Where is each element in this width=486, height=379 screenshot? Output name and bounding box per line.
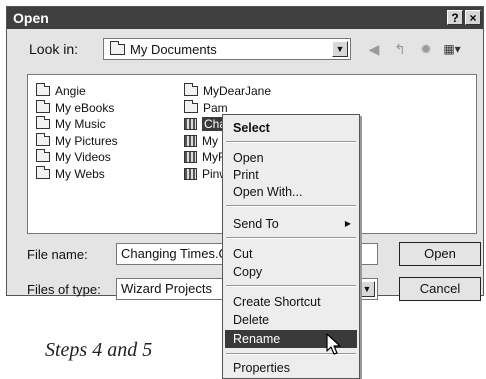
file-label: Angie (55, 84, 86, 99)
open-button[interactable]: Open (399, 242, 481, 266)
list-item[interactable]: MyDearJane (184, 83, 322, 100)
file-name-label: File name: (27, 247, 88, 262)
folder-icon (110, 41, 125, 55)
menu-separator (226, 205, 356, 207)
project-file-icon (184, 167, 197, 180)
file-label: My Webs (55, 166, 105, 181)
project-file-icon (184, 151, 197, 164)
menu-item-copy[interactable]: Copy (225, 263, 357, 281)
menu-item-send-to[interactable]: Send To ▶ (225, 215, 357, 233)
up-folder-icon[interactable]: ↰ (391, 40, 409, 58)
submenu-arrow-icon: ▶ (344, 219, 351, 228)
music-folder-icon (36, 116, 50, 130)
menu-item-label: Send To (233, 217, 279, 231)
menu-item-delete[interactable]: Delete (225, 311, 357, 329)
look-in-label: Look in: (29, 41, 79, 57)
new-folder-icon[interactable]: ✹ (417, 40, 435, 58)
file-label: My Videos (55, 150, 111, 165)
look-in-value: My Documents (130, 42, 217, 57)
help-button[interactable]: ? (447, 10, 463, 25)
list-item[interactable]: My eBooks (36, 99, 118, 117)
menu-item-create-shortcut[interactable]: Create Shortcut (225, 293, 357, 311)
folder-icon (184, 83, 198, 97)
views-icon[interactable]: ▦▾ (443, 40, 461, 58)
menu-item-open-with[interactable]: Open With... (225, 183, 357, 201)
menu-separator (226, 237, 356, 239)
folder-icon (36, 165, 50, 179)
list-item[interactable]: My Pictures (36, 132, 118, 150)
menu-item-print[interactable]: Print (225, 166, 357, 184)
list-item[interactable]: My Music (36, 116, 118, 133)
file-label: My Pictures (55, 133, 118, 148)
file-label: My Music (55, 117, 106, 132)
project-file-icon (184, 118, 197, 131)
folder-icon (184, 99, 198, 113)
list-item[interactable]: Angie (36, 83, 118, 100)
pictures-folder-icon (36, 132, 50, 146)
mouse-pointer-icon (326, 333, 341, 355)
chevron-down-icon[interactable]: ▼ (332, 41, 348, 57)
file-column: Angie My eBooks My Music My Pictures My … (36, 83, 118, 182)
file-label: MyDearJane (203, 84, 272, 99)
look-in-dropdown[interactable]: My Documents ▼ (103, 38, 351, 60)
menu-separator (226, 285, 356, 287)
folder-icon (36, 99, 50, 113)
folder-icon (36, 83, 50, 97)
videos-folder-icon (36, 149, 50, 163)
files-of-type-label: Files of type: (27, 282, 101, 297)
file-label: Pam (203, 100, 228, 115)
menu-item-open[interactable]: Open (225, 149, 357, 167)
dialog-title: Open (13, 10, 49, 26)
menu-item-properties[interactable]: Properties (225, 359, 357, 377)
title-bar[interactable]: Open ? × (7, 7, 483, 29)
figure-caption: Steps 4 and 5 (45, 339, 153, 361)
document-file-icon (184, 134, 197, 147)
list-item[interactable]: My Videos (36, 149, 118, 166)
menu-separator (226, 141, 356, 143)
files-of-type-value: Wizard Projects (121, 281, 213, 296)
close-button[interactable]: × (465, 10, 481, 25)
cancel-button[interactable]: Cancel (399, 277, 481, 301)
file-label: My eBooks (55, 100, 115, 115)
back-icon[interactable]: ◀ (365, 40, 383, 58)
menu-item-select[interactable]: Select (225, 119, 357, 137)
chevron-down-icon[interactable]: ▼ (359, 281, 375, 297)
list-item[interactable]: My Webs (36, 165, 118, 183)
menu-item-cut[interactable]: Cut (225, 245, 357, 263)
